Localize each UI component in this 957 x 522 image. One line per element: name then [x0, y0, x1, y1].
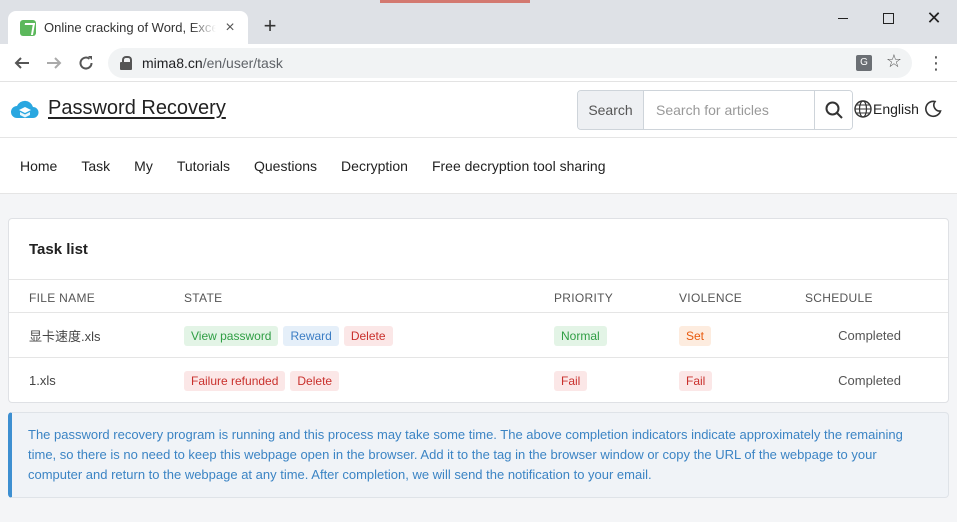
window-close-button[interactable]: ✕ [911, 4, 957, 32]
site-brand-link[interactable]: Password Recovery [48, 97, 226, 120]
violence-set-button[interactable]: Set [679, 325, 712, 346]
violence-cell: Set [679, 313, 716, 358]
reward-button[interactable]: Reward [283, 325, 339, 346]
address-bar[interactable]: mima8.cn/en/user/task G ☆ [108, 48, 912, 78]
cloud-logo-icon [11, 100, 39, 118]
schedule-status: Completed [838, 373, 901, 388]
nav-my[interactable]: My [122, 158, 165, 174]
language-selector[interactable]: English [854, 100, 919, 118]
file-name: 1.xls [29, 373, 56, 388]
main-nav: Home Task My Tutorials Questions Decrypt… [0, 138, 957, 194]
translate-icon[interactable]: G [856, 55, 872, 71]
violence-cell: Fail [679, 358, 717, 402]
state-actions: View password Reward Delete [184, 313, 398, 358]
column-header-schedule: SCHEDULE [805, 291, 873, 305]
browser-tab[interactable]: Online cracking of Word, Excel × [8, 11, 248, 44]
table-row: 显卡速度.xls View password Reward Delete Nor… [9, 313, 948, 358]
forward-arrow-icon[interactable] [42, 51, 66, 75]
article-search: Search [577, 90, 853, 130]
column-header-file-name: FILE NAME [29, 291, 96, 305]
back-arrow-icon[interactable] [10, 51, 34, 75]
priority-badge: Normal [554, 325, 607, 346]
column-header-priority: PRIORITY [554, 291, 614, 305]
plus-icon[interactable]: + [258, 15, 282, 39]
nav-decryption[interactable]: Decryption [329, 158, 420, 174]
violence-badge: Fail [679, 370, 713, 391]
nav-tutorials[interactable]: Tutorials [165, 158, 242, 174]
priority-cell: Normal [554, 313, 612, 358]
search-label: Search [578, 91, 644, 129]
moon-icon[interactable] [924, 100, 942, 118]
card-title: Task list [9, 219, 948, 280]
tabstrip-decoration [380, 0, 530, 3]
column-header-state: STATE [184, 291, 223, 305]
schedule-status: Completed [838, 328, 901, 343]
priority-badge: Fail [554, 370, 588, 391]
tab-title: Online cracking of Word, Excel [44, 20, 216, 35]
nav-questions[interactable]: Questions [242, 158, 329, 174]
kebab-menu-icon[interactable]: ⋮ [926, 52, 946, 74]
search-button[interactable] [814, 91, 852, 129]
globe-icon [854, 100, 872, 118]
table-header: FILE NAME STATE PRIORITY VIOLENCE SCHEDU… [9, 280, 948, 313]
lock-icon [120, 56, 132, 70]
nav-task[interactable]: Task [69, 158, 122, 174]
priority-cell: Fail [554, 358, 592, 402]
failure-refunded-badge: Failure refunded [184, 370, 286, 391]
nav-free-tool-sharing[interactable]: Free decryption tool sharing [420, 158, 618, 174]
search-input[interactable] [644, 91, 814, 129]
maximize-button[interactable] [865, 4, 911, 32]
close-icon[interactable]: × [222, 19, 238, 37]
delete-button[interactable]: Delete [290, 370, 340, 391]
reload-icon[interactable] [74, 51, 98, 75]
minimize-button[interactable] [820, 4, 866, 32]
delete-button[interactable]: Delete [343, 325, 393, 346]
view-password-button[interactable]: View password [184, 325, 279, 346]
search-icon [825, 101, 843, 119]
nav-home[interactable]: Home [8, 158, 69, 174]
task-list-card: Task list FILE NAME STATE PRIORITY VIOLE… [8, 218, 949, 403]
site-header: Password Recovery Search English [0, 82, 957, 138]
file-name: 显卡速度.xls [29, 329, 101, 344]
browser-toolbar: mima8.cn/en/user/task G ☆ ⋮ [0, 44, 957, 82]
star-icon[interactable]: ☆ [886, 51, 902, 72]
column-header-violence: VIOLENCE [679, 291, 743, 305]
info-alert: The password recovery program is running… [8, 412, 949, 498]
url-text: mima8.cn/en/user/task [142, 55, 283, 71]
table-row: 1.xls Failure refunded Delete Fail Fail … [9, 358, 948, 402]
favicon-icon [20, 19, 36, 36]
language-label: English [873, 101, 919, 117]
state-actions: Failure refunded Delete [184, 358, 344, 402]
browser-tabstrip: Online cracking of Word, Excel × + ✕ [0, 0, 957, 44]
